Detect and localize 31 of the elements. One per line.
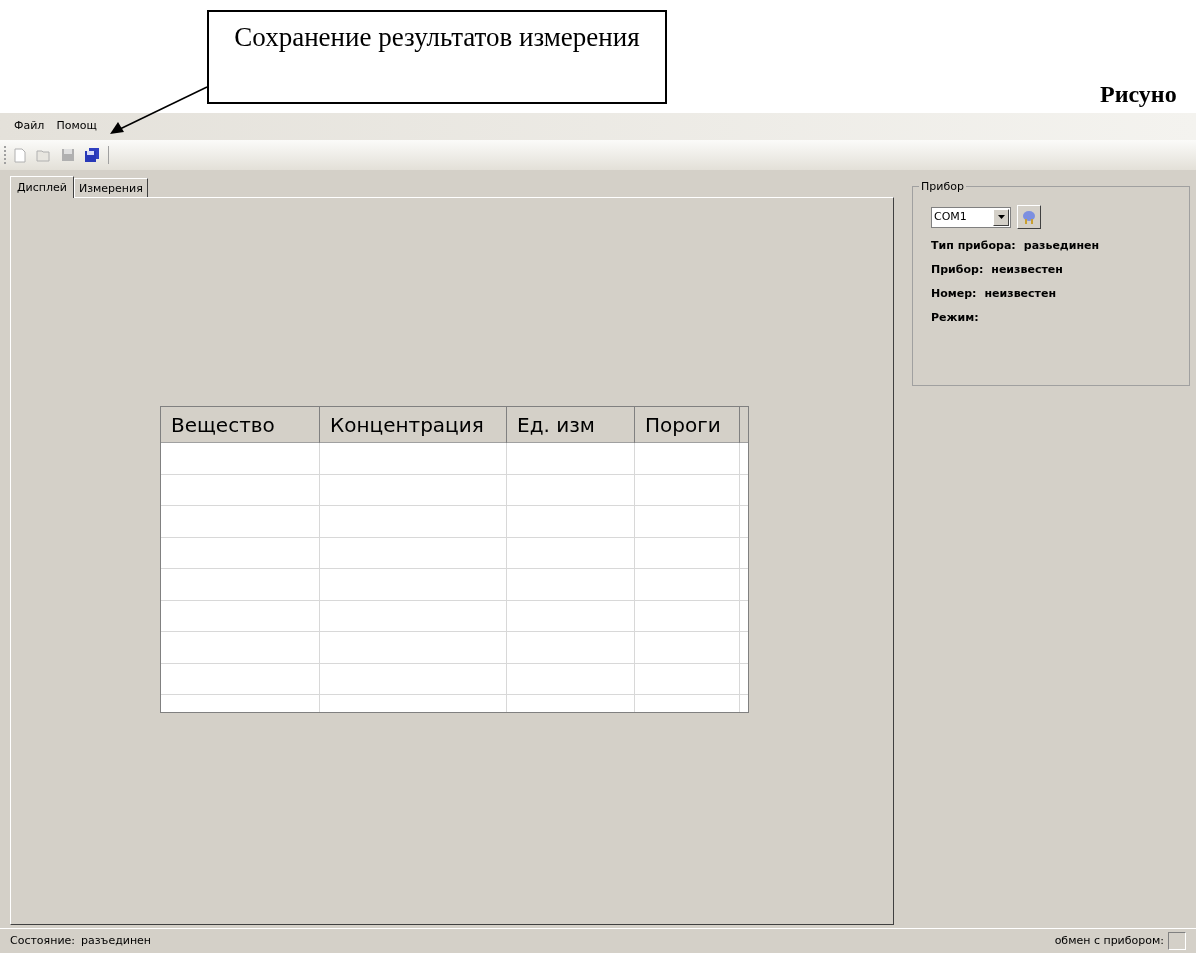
field-label: Прибор:	[931, 262, 984, 276]
field-label: Тип прибора:	[931, 238, 1016, 252]
plug-icon	[1021, 209, 1037, 225]
floppy-icon	[61, 148, 75, 162]
callout-box: Сохранение результатов измерения	[207, 10, 667, 104]
column-header[interactable]: Пороги	[635, 407, 740, 443]
toolbar-button[interactable]	[82, 145, 102, 165]
figure-caption: Рисуно	[1100, 80, 1177, 109]
menu-item[interactable]: Файл	[10, 118, 49, 135]
dropdown-button[interactable]	[993, 208, 1009, 226]
exchange-indicator	[1168, 932, 1186, 950]
status-value: разъединен	[81, 932, 152, 949]
folder-icon	[36, 148, 52, 162]
menu-item[interactable]: Помощ	[52, 118, 101, 135]
field-label: Режим:	[931, 310, 979, 324]
field-value: неизвестен	[984, 286, 1057, 300]
floppy-stack-icon	[84, 147, 100, 163]
column-header[interactable]: Ед. изм	[507, 407, 635, 443]
field-value: разьединен	[1023, 238, 1100, 252]
tab[interactable]: Измерения	[73, 178, 148, 197]
caret-icon	[997, 215, 1005, 219]
field-label: Номер:	[931, 286, 977, 300]
connect-button[interactable]	[1017, 205, 1041, 229]
column-header[interactable]: Вещество	[161, 407, 320, 443]
field-value: неизвестен	[991, 262, 1063, 276]
port-dropdown[interactable]: COM1	[931, 206, 1011, 228]
exchange-label: обмен с прибором:	[1054, 932, 1164, 949]
status-label: Состояние:	[10, 932, 76, 949]
page-icon	[14, 147, 26, 163]
tab[interactable]: Дисплей	[10, 176, 74, 198]
column-header[interactable]: Концентрация	[320, 407, 507, 443]
